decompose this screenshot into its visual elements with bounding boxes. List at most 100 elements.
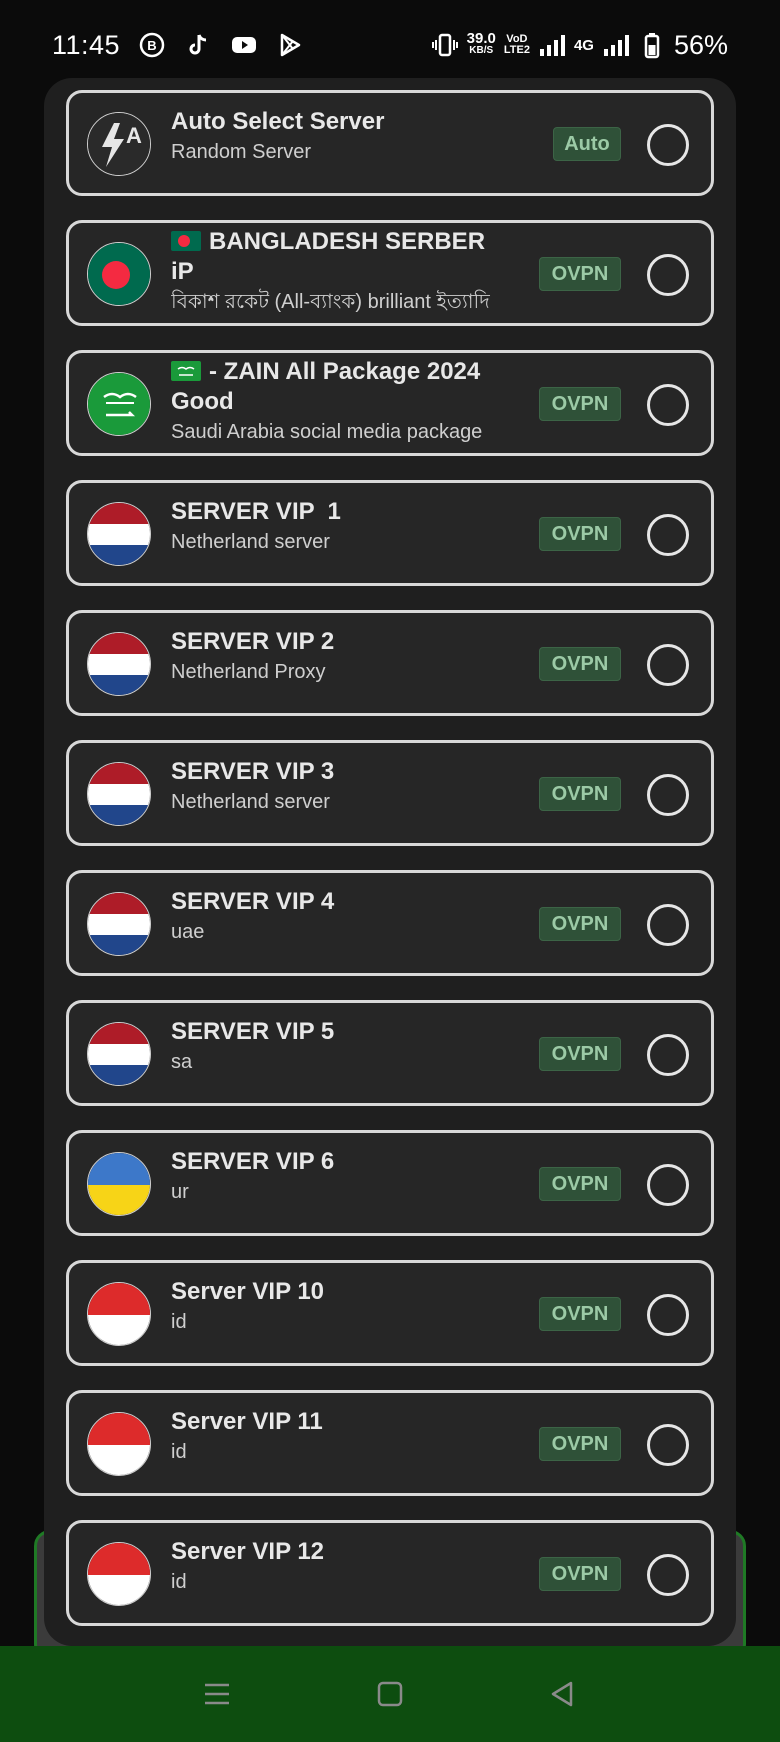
server-item-vip-12[interactable]: Server VIP 12 id OVPN bbox=[66, 1520, 714, 1626]
server-radio[interactable] bbox=[647, 774, 689, 816]
server-item-vip-4[interactable]: SERVER VIP 4 uae OVPN bbox=[66, 870, 714, 976]
server-name: SERVER VIP 2 bbox=[171, 628, 335, 655]
svg-text:A: A bbox=[126, 123, 142, 148]
server-item-vip-6[interactable]: SERVER VIP 6 ur OVPN bbox=[66, 1130, 714, 1236]
volte-bottom: LTE2 bbox=[503, 44, 530, 56]
vibrate-icon bbox=[431, 31, 459, 59]
server-radio[interactable] bbox=[647, 124, 689, 166]
network-speed: 39.0 KB/S bbox=[466, 30, 496, 57]
tiktok-icon bbox=[184, 31, 212, 59]
server-radio[interactable] bbox=[647, 644, 689, 686]
indonesia-flag bbox=[87, 1412, 151, 1476]
server-name: SERVER VIP 5 bbox=[171, 1018, 335, 1045]
saudi-arabia-flag-small bbox=[171, 361, 201, 381]
home-square-icon[interactable] bbox=[370, 1674, 410, 1714]
navigation-bar bbox=[0, 1646, 780, 1742]
protocol-badge: OVPN bbox=[539, 777, 621, 811]
menu-icon[interactable] bbox=[197, 1674, 237, 1714]
server-radio[interactable] bbox=[647, 904, 689, 946]
play-store-icon bbox=[276, 31, 304, 59]
server-name-text: BANGLADESH SERBER iP bbox=[171, 228, 486, 285]
network-speed-unit: KB/S bbox=[469, 45, 494, 56]
server-radio[interactable] bbox=[647, 254, 689, 296]
server-text: SERVER VIP 5 sa bbox=[171, 1017, 501, 1097]
protocol-badge: OVPN bbox=[539, 517, 621, 551]
server-desc: Saudi Arabia social media package bbox=[171, 421, 483, 443]
server-text: Server VIP 12 id bbox=[171, 1537, 501, 1617]
battery-icon bbox=[638, 31, 666, 59]
server-item-saudi[interactable]: - ZAIN All Package 2024 Good Saudi Arabi… bbox=[66, 350, 714, 456]
volte-indicator: VoD LTE2 bbox=[504, 34, 530, 56]
netherlands-flag bbox=[87, 1022, 151, 1086]
network-type: 4G bbox=[574, 38, 594, 53]
protocol-badge: OVPN bbox=[539, 1557, 621, 1591]
status-right: 39.0 KB/S VoD LTE2 4G 56% bbox=[431, 30, 728, 61]
server-name: SERVER VIP 6 bbox=[171, 1148, 335, 1175]
auto-lightning-icon: A bbox=[87, 112, 151, 176]
ukraine-flag bbox=[87, 1152, 151, 1216]
server-list-panel[interactable]: HONEYVPN.COM A Auto Select Server Random… bbox=[44, 78, 736, 1646]
back-triangle-icon[interactable] bbox=[543, 1674, 583, 1714]
bangladesh-flag bbox=[87, 242, 151, 306]
netherlands-flag bbox=[87, 502, 151, 566]
server-item-vip-11[interactable]: Server VIP 11 id OVPN bbox=[66, 1390, 714, 1496]
status-bar: 11:45 B 39.0 KB/S VoD LTE2 4G 56% bbox=[0, 0, 780, 90]
server-desc: id bbox=[171, 1311, 187, 1333]
server-desc: uae bbox=[171, 921, 205, 943]
server-item-vip-3[interactable]: SERVER VIP 3 Netherland server OVPN bbox=[66, 740, 714, 846]
protocol-badge: OVPN bbox=[539, 387, 621, 421]
b-circle-icon: B bbox=[138, 31, 166, 59]
server-name: Server VIP 10 bbox=[171, 1278, 325, 1305]
protocol-badge: OVPN bbox=[539, 1297, 621, 1331]
server-text: - ZAIN All Package 2024 Good Saudi Arabi… bbox=[171, 357, 501, 453]
server-desc: Random Server bbox=[171, 141, 312, 163]
server-desc: sa bbox=[171, 1051, 193, 1073]
server-name: - ZAIN All Package 2024 Good bbox=[171, 357, 501, 417]
status-left: 11:45 B bbox=[52, 30, 304, 61]
server-text: Auto Select Server Random Server bbox=[171, 107, 501, 187]
server-name: Server VIP 12 bbox=[171, 1538, 325, 1565]
server-name: SERVER VIP 3 bbox=[171, 758, 335, 785]
svg-text:B: B bbox=[147, 38, 156, 53]
server-radio[interactable] bbox=[647, 1424, 689, 1466]
server-radio[interactable] bbox=[647, 1034, 689, 1076]
server-name: SERVER VIP 1 bbox=[171, 498, 341, 525]
server-text: Server VIP 11 id bbox=[171, 1407, 501, 1487]
server-radio[interactable] bbox=[647, 384, 689, 426]
youtube-icon bbox=[230, 31, 258, 59]
protocol-badge: Auto bbox=[553, 127, 621, 161]
signal-icon-2 bbox=[602, 31, 630, 59]
network-type-label: 4G bbox=[573, 36, 594, 54]
server-text: SERVER VIP 2 Netherland Proxy bbox=[171, 627, 501, 707]
server-name: SERVER VIP 4 bbox=[171, 888, 335, 915]
server-radio[interactable] bbox=[647, 1554, 689, 1596]
server-desc: Netherland server bbox=[171, 791, 330, 813]
server-text: BANGLADESH SERBER iP বিকাশ রকেট (All-ব্য… bbox=[171, 227, 501, 319]
server-radio[interactable] bbox=[647, 514, 689, 556]
bangladesh-flag-small bbox=[171, 231, 201, 251]
server-text: SERVER VIP 3 Netherland server bbox=[171, 757, 501, 837]
server-name: Server VIP 11 bbox=[171, 1408, 323, 1435]
server-item-vip-1[interactable]: SERVER VIP 1 Netherland server OVPN bbox=[66, 480, 714, 586]
saudi-arabia-flag bbox=[87, 372, 151, 436]
server-desc: Netherland server bbox=[171, 531, 330, 553]
server-item-vip-2[interactable]: SERVER VIP 2 Netherland Proxy OVPN bbox=[66, 610, 714, 716]
server-item-auto[interactable]: A Auto Select Server Random Server Auto bbox=[66, 90, 714, 196]
protocol-badge: OVPN bbox=[539, 1037, 621, 1071]
server-name-text: - ZAIN All Package 2024 Good bbox=[171, 358, 481, 415]
server-desc: id bbox=[171, 1571, 187, 1593]
battery-percent: 56% bbox=[673, 29, 728, 60]
server-radio[interactable] bbox=[647, 1294, 689, 1336]
server-desc: বিকাশ রকেট (All-ব্যাংক) brilliant ইত্যাদ… bbox=[171, 291, 490, 313]
signal-icon bbox=[538, 31, 566, 59]
protocol-badge: OVPN bbox=[539, 647, 621, 681]
server-radio[interactable] bbox=[647, 1164, 689, 1206]
server-item-vip-5[interactable]: SERVER VIP 5 sa OVPN bbox=[66, 1000, 714, 1106]
network-speed-value: 39.0 bbox=[466, 30, 496, 47]
server-desc: ur bbox=[171, 1181, 189, 1203]
server-text: Server VIP 10 id bbox=[171, 1277, 501, 1357]
netherlands-flag bbox=[87, 762, 151, 826]
server-text: SERVER VIP 6 ur bbox=[171, 1147, 501, 1227]
server-item-vip-10[interactable]: Server VIP 10 id OVPN bbox=[66, 1260, 714, 1366]
server-item-bangladesh[interactable]: BANGLADESH SERBER iP বিকাশ রকেট (All-ব্য… bbox=[66, 220, 714, 326]
